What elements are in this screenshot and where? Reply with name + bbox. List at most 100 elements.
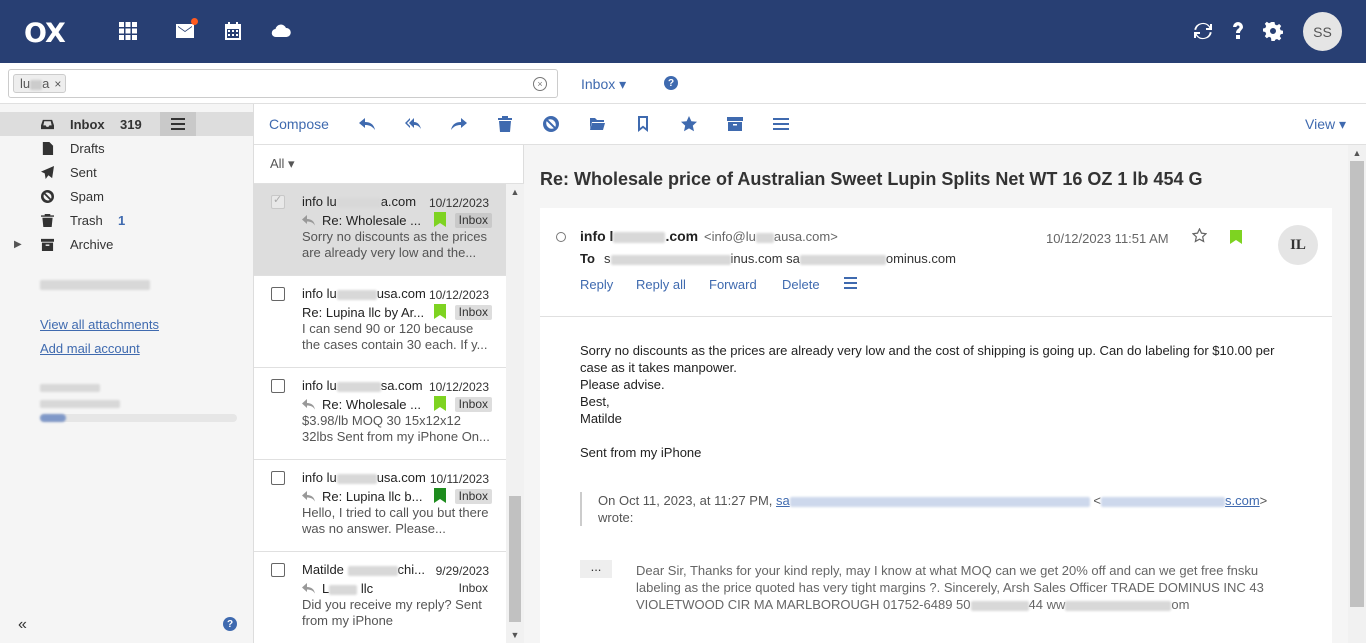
select-checkbox[interactable] [271,563,285,577]
forward-button[interactable]: Forward [709,277,757,292]
delete-button[interactable]: Delete [782,277,820,292]
divider [540,316,1332,317]
list-item[interactable]: info lu usa.com 10/11/2023 Re: Lupina llc… [254,460,506,552]
ban-icon [40,189,54,203]
help-icon[interactable] [1225,18,1251,44]
sender-name[interactable]: info l .com [580,228,698,244]
flag-icon[interactable] [434,212,446,227]
unread-count: 1 [118,212,126,228]
calendar-icon[interactable] [220,18,246,44]
quota-value-redacted [40,400,120,408]
clear-search-icon[interactable]: × [533,77,547,91]
body-paragraph: Please advise. [580,377,665,392]
folder-inbox[interactable]: Inbox 319 [0,112,253,136]
list-item[interactable]: info lu sa.com 10/12/2023 Re: Wholesale .… [254,368,506,460]
spam-icon[interactable] [542,115,560,133]
flag-icon[interactable] [434,304,446,319]
flag-icon[interactable] [1230,230,1242,244]
folder-menu-icon[interactable] [160,112,196,136]
expand-caret-icon[interactable]: ▶ [14,239,22,250]
search-token[interactable]: lu a × [13,74,67,93]
folder-trash[interactable]: Trash 1 [0,208,253,232]
sender-avatar: IL [1278,225,1318,265]
refresh-icon[interactable] [1190,18,1216,44]
delete-icon[interactable] [496,115,514,133]
message-sender: info lu usa.com [302,470,426,485]
replied-icon [302,490,316,502]
quota-bar [40,414,237,422]
sidebar-help-icon[interactable]: ? [223,617,237,631]
add-mail-account-link[interactable]: Add mail account [40,341,140,356]
message-date: 10/12/2023 [428,196,489,210]
message-date: 10/12/2023 [428,380,489,394]
view-all-attachments-link[interactable]: View all attachments [40,317,159,332]
quote-header: On Oct 11, 2023, at 11:27 PM, sa < s.com>… [580,492,1300,526]
flag-icon[interactable] [434,488,446,503]
select-checkbox[interactable] [271,471,285,485]
folder-badge: Inbox [454,489,492,504]
message-body: Sorry no discounts as the prices are alr… [580,342,1280,461]
select-checkbox[interactable] [271,193,285,209]
replied-icon [302,582,316,594]
more-actions-icon[interactable] [844,277,858,289]
mail-toolbar: Compose View ▾ [254,104,1366,145]
collapse-sidebar-button[interactable]: « [18,616,27,634]
apps-grid-icon[interactable] [115,18,141,44]
view-dropdown[interactable]: View ▾ [1305,116,1346,133]
body-paragraph: Best, [580,394,610,409]
more-actions-icon[interactable] [772,115,790,133]
list-scrollbar-thumb[interactable] [509,496,521,622]
mail-icon[interactable] [172,18,198,44]
forward-icon[interactable] [450,115,468,133]
reply-all-icon[interactable] [404,115,422,133]
quoted-sender-link[interactable]: sa [776,493,1090,508]
message-sender: info lu a.com [302,194,417,209]
flag-icon[interactable] [434,396,446,411]
body-paragraph: Sorry no discounts as the prices are alr… [580,343,1275,375]
remove-token-icon[interactable]: × [54,77,61,91]
scroll-down-icon[interactable]: ▼ [510,630,520,640]
archive-icon[interactable] [726,115,744,133]
account-name-redacted [40,280,150,290]
folder-sent[interactable]: Sent [0,160,253,184]
folder-badge: Inbox [454,397,492,412]
bookmark-icon[interactable] [634,115,652,133]
list-item[interactable]: info lua.com 10/12/2023 Re: Wholesale ..… [254,184,506,276]
settings-icon[interactable] [1260,18,1286,44]
search-help-icon[interactable]: ? [664,76,678,90]
compose-button[interactable]: Compose [269,116,329,132]
list-item[interactable]: info lu usa.com 10/12/2023 Re: Lupina llc… [254,276,506,368]
move-folder-icon[interactable] [588,115,606,133]
show-quoted-button[interactable]: ... [580,560,612,578]
unread-count: 319 [120,116,142,132]
star-icon[interactable] [680,115,698,133]
scroll-up-icon[interactable]: ▲ [1352,148,1362,158]
send-icon [40,165,54,179]
detail-scrollbar[interactable]: ▲ [1348,145,1366,643]
detail-scrollbar-thumb[interactable] [1350,161,1364,607]
body-paragraph: Matilde [580,411,622,426]
quoted-email-link[interactable]: s.com [1100,493,1260,508]
unread-toggle-icon[interactable] [556,232,566,242]
message-subject: Re: Wholesale ... [322,397,421,412]
ox-logo[interactable]: OX [24,18,66,49]
folder-filter-dropdown[interactable]: Inbox ▾ [581,76,626,93]
list-scrollbar[interactable]: ▲ ▼ [506,184,524,643]
folder-drafts[interactable]: Drafts [0,136,253,160]
folder-label: Archive [70,236,114,252]
user-avatar[interactable]: SS [1303,12,1342,51]
folder-archive[interactable]: ▶ Archive [0,232,253,256]
scroll-up-icon[interactable]: ▲ [510,187,520,197]
reply-button[interactable]: Reply [580,277,613,292]
search-input[interactable]: lu a × × [8,69,558,98]
cloud-icon[interactable] [268,18,294,44]
list-filter-dropdown[interactable]: All ▾ [270,156,295,172]
star-icon[interactable] [1191,227,1208,244]
reply-all-button[interactable]: Reply all [636,277,686,292]
reply-icon[interactable] [358,115,376,133]
list-item[interactable]: Matilde chi... 9/29/2023 L llc Inbox Did… [254,552,506,643]
select-checkbox[interactable] [271,287,285,301]
folder-label: Sent [70,164,97,180]
select-checkbox[interactable] [271,379,285,393]
folder-spam[interactable]: Spam [0,184,253,208]
